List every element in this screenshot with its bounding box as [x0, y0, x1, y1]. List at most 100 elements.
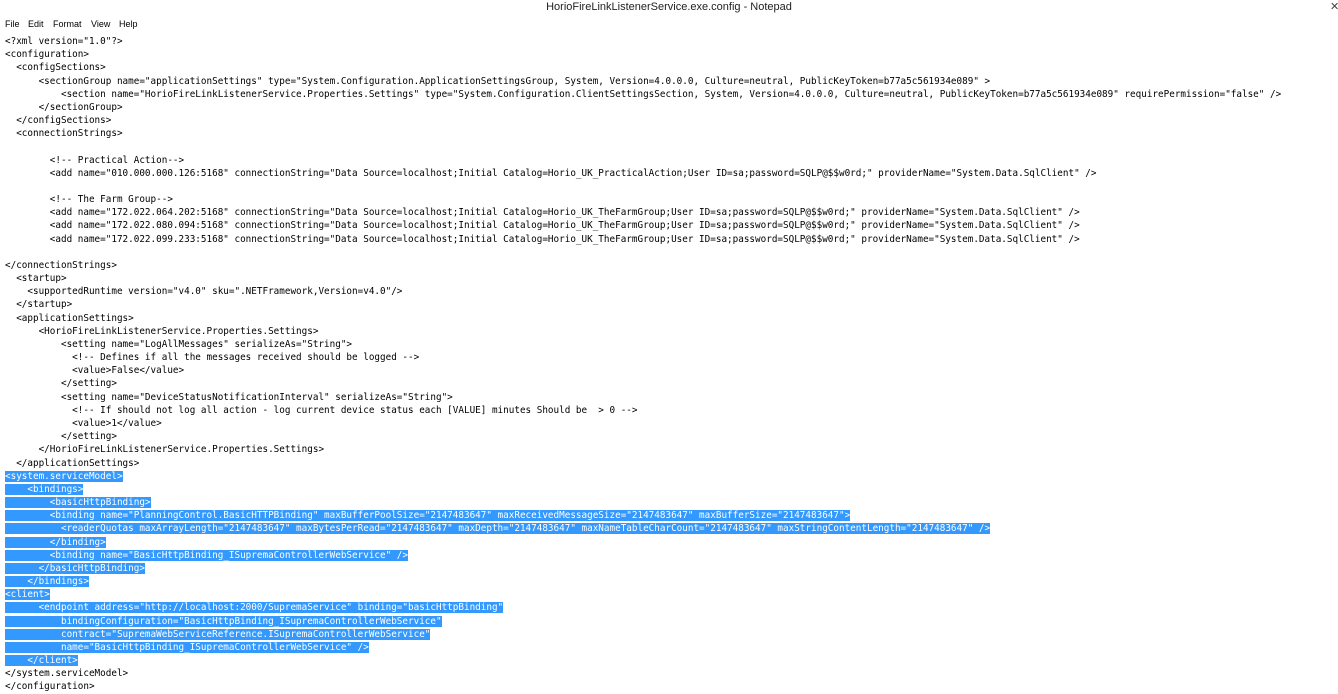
- editor-line: </system.serviceModel>: [5, 667, 1281, 680]
- editor-line-text: <endpoint address="http://localhost:2000…: [5, 602, 504, 614]
- editor-line: <add name="172.022.064.202:5168" connect…: [5, 206, 1281, 219]
- editor-line-text: <setting name="LogAllMessages" serialize…: [5, 338, 353, 350]
- editor-line: <sectionGroup name="applicationSettings"…: [5, 75, 1281, 88]
- editor-line: <binding name="PlanningControl.BasicHTTP…: [5, 509, 1281, 522]
- editor-line-text: <!-- If should not log all action - log …: [5, 404, 638, 416]
- menu-format[interactable]: Format: [52, 18, 83, 31]
- editor-line-text: <readerQuotas maxArrayLength="2147483647…: [5, 523, 991, 535]
- editor-line-text: </configuration>: [5, 681, 95, 693]
- editor-line: <configSections>: [5, 61, 1281, 74]
- editor-line: <startup>: [5, 272, 1281, 285]
- menu-bar: File Edit Format View Help: [0, 16, 1338, 34]
- editor-line-text: <sectionGroup name="applicationSettings"…: [5, 75, 991, 87]
- menu-view[interactable]: View: [90, 18, 111, 31]
- editor-line-text: <!-- Defines if all the messages receive…: [5, 352, 420, 364]
- editor-line: bindingConfiguration="BasicHttpBinding_I…: [5, 615, 1281, 628]
- editor-line: <?xml version="1.0"?>: [5, 35, 1281, 48]
- editor-line-text: <!-- Practical Action-->: [5, 154, 185, 166]
- editor-line: </connectionStrings>: [5, 259, 1281, 272]
- editor-line-text: <HorioFireLinkListenerService.Properties…: [5, 325, 319, 337]
- editor-line-text: <basicHttpBinding>: [5, 497, 151, 509]
- editor-line-text: contract="SupremaWebServiceReference.ISu…: [5, 628, 431, 640]
- editor-line: <endpoint address="http://localhost:2000…: [5, 601, 1281, 614]
- editor-line: </client>: [5, 654, 1281, 667]
- window-title: HorioFireLinkListenerService.exe.config …: [546, 1, 792, 13]
- editor-line: <connectionStrings>: [5, 127, 1281, 140]
- editor-line: <setting name="LogAllMessages" serialize…: [5, 338, 1281, 351]
- menu-file[interactable]: File: [4, 18, 21, 31]
- editor-line: <!-- The Farm Group-->: [5, 193, 1281, 206]
- editor-line-text: <configuration>: [5, 49, 89, 61]
- editor-line-text: <add name="172.022.080.094:5168" connect…: [5, 220, 1080, 232]
- editor-line: </applicationSettings>: [5, 457, 1281, 470]
- editor-line-text: </bindings>: [5, 576, 89, 588]
- editor-line: </setting>: [5, 430, 1281, 443]
- editor-line-text: <client>: [5, 589, 50, 601]
- editor-line: <basicHttpBinding>: [5, 496, 1281, 509]
- editor-line: <value>1</value>: [5, 417, 1281, 430]
- editor-line-text: <section name="HorioFireLinkListenerServ…: [5, 88, 1282, 100]
- editor-line-text: <system.serviceModel>: [5, 470, 123, 482]
- editor-line-text: <bindings>: [5, 483, 84, 495]
- editor-line-text: <value>1</value>: [5, 417, 162, 429]
- editor-line: <system.serviceModel>: [5, 470, 1281, 483]
- editor-line-text: <binding name="BasicHttpBinding_ISuprema…: [5, 549, 408, 561]
- editor-line-text: </client>: [5, 655, 78, 667]
- editor-line-text: <add name="010.000.000.126:5168" connect…: [5, 167, 1097, 179]
- editor-line: </basicHttpBinding>: [5, 562, 1281, 575]
- editor-line: <binding name="BasicHttpBinding_ISuprema…: [5, 549, 1281, 562]
- editor-line: <bindings>: [5, 483, 1281, 496]
- editor-line: </startup>: [5, 298, 1281, 311]
- editor-line: <add name="172.022.099.233:5168" connect…: [5, 233, 1281, 246]
- editor-line-text: <connectionStrings>: [5, 128, 123, 140]
- menu-edit[interactable]: Edit: [27, 18, 45, 31]
- editor-line: contract="SupremaWebServiceReference.ISu…: [5, 628, 1281, 641]
- editor-line-text: <?xml version="1.0"?>: [5, 36, 123, 47]
- editor-line: </configuration>: [5, 680, 1281, 693]
- editor-line: <add name="172.022.080.094:5168" connect…: [5, 219, 1281, 232]
- editor-line-text: </setting>: [5, 378, 117, 390]
- editor-line-text: <value>False</value>: [5, 365, 185, 377]
- editor-line-text: </basicHttpBinding>: [5, 562, 145, 574]
- editor-line-text: </startup>: [5, 299, 73, 311]
- editor-line-text: </applicationSettings>: [5, 457, 140, 469]
- editor-line-text: <setting name="DeviceStatusNotificationI…: [5, 391, 453, 403]
- editor-line-text: </sectionGroup>: [5, 101, 123, 113]
- editor-line-text: <!-- The Farm Group-->: [5, 194, 173, 206]
- editor-line: <HorioFireLinkListenerService.Properties…: [5, 325, 1281, 338]
- editor-line: </binding>: [5, 536, 1281, 549]
- editor-line-text: <configSections>: [5, 62, 106, 74]
- editor-line: <setting name="DeviceStatusNotificationI…: [5, 391, 1281, 404]
- editor-line-text: <add name="172.022.064.202:5168" connect…: [5, 207, 1080, 219]
- text-editor-area[interactable]: <?xml version="1.0"?> <configuration> <co…: [0, 33, 1338, 694]
- editor-line: <add name="010.000.000.126:5168" connect…: [5, 167, 1281, 180]
- editor-line: </bindings>: [5, 575, 1281, 588]
- editor-line: <configuration>: [5, 48, 1281, 61]
- editor-line: </setting>: [5, 377, 1281, 390]
- editor-line: <applicationSettings>: [5, 312, 1281, 325]
- editor-content[interactable]: <?xml version="1.0"?> <configuration> <co…: [5, 35, 1281, 694]
- editor-line-text: </configSections>: [5, 115, 112, 127]
- editor-line: <client>: [5, 588, 1281, 601]
- notepad-window: HorioFireLinkListenerService.exe.config …: [0, 0, 1338, 694]
- editor-line: </configSections>: [5, 114, 1281, 127]
- editor-line-text: bindingConfiguration="BasicHttpBinding_I…: [5, 615, 442, 627]
- menu-help[interactable]: Help: [118, 18, 139, 31]
- close-icon[interactable]: ✕: [1330, 0, 1338, 14]
- editor-line: <!-- Defines if all the messages receive…: [5, 351, 1281, 364]
- editor-line: <!-- If should not log all action - log …: [5, 404, 1281, 417]
- editor-line: <supportedRuntime version="v4.0" sku=".N…: [5, 285, 1281, 298]
- editor-line-text: name="BasicHttpBinding_ISupremaControlle…: [5, 641, 369, 653]
- editor-line: </HorioFireLinkListenerService.Propertie…: [5, 443, 1281, 456]
- editor-line: </sectionGroup>: [5, 101, 1281, 114]
- editor-line: name="BasicHttpBinding_ISupremaControlle…: [5, 641, 1281, 654]
- editor-line: <value>False</value>: [5, 364, 1281, 377]
- editor-line-text: <startup>: [5, 273, 67, 285]
- editor-line: <!-- Practical Action-->: [5, 154, 1281, 167]
- editor-line-text: <add name="172.022.099.233:5168" connect…: [5, 233, 1080, 245]
- editor-line-text: </binding>: [5, 536, 106, 548]
- title-bar[interactable]: HorioFireLinkListenerService.exe.config …: [0, 0, 1338, 17]
